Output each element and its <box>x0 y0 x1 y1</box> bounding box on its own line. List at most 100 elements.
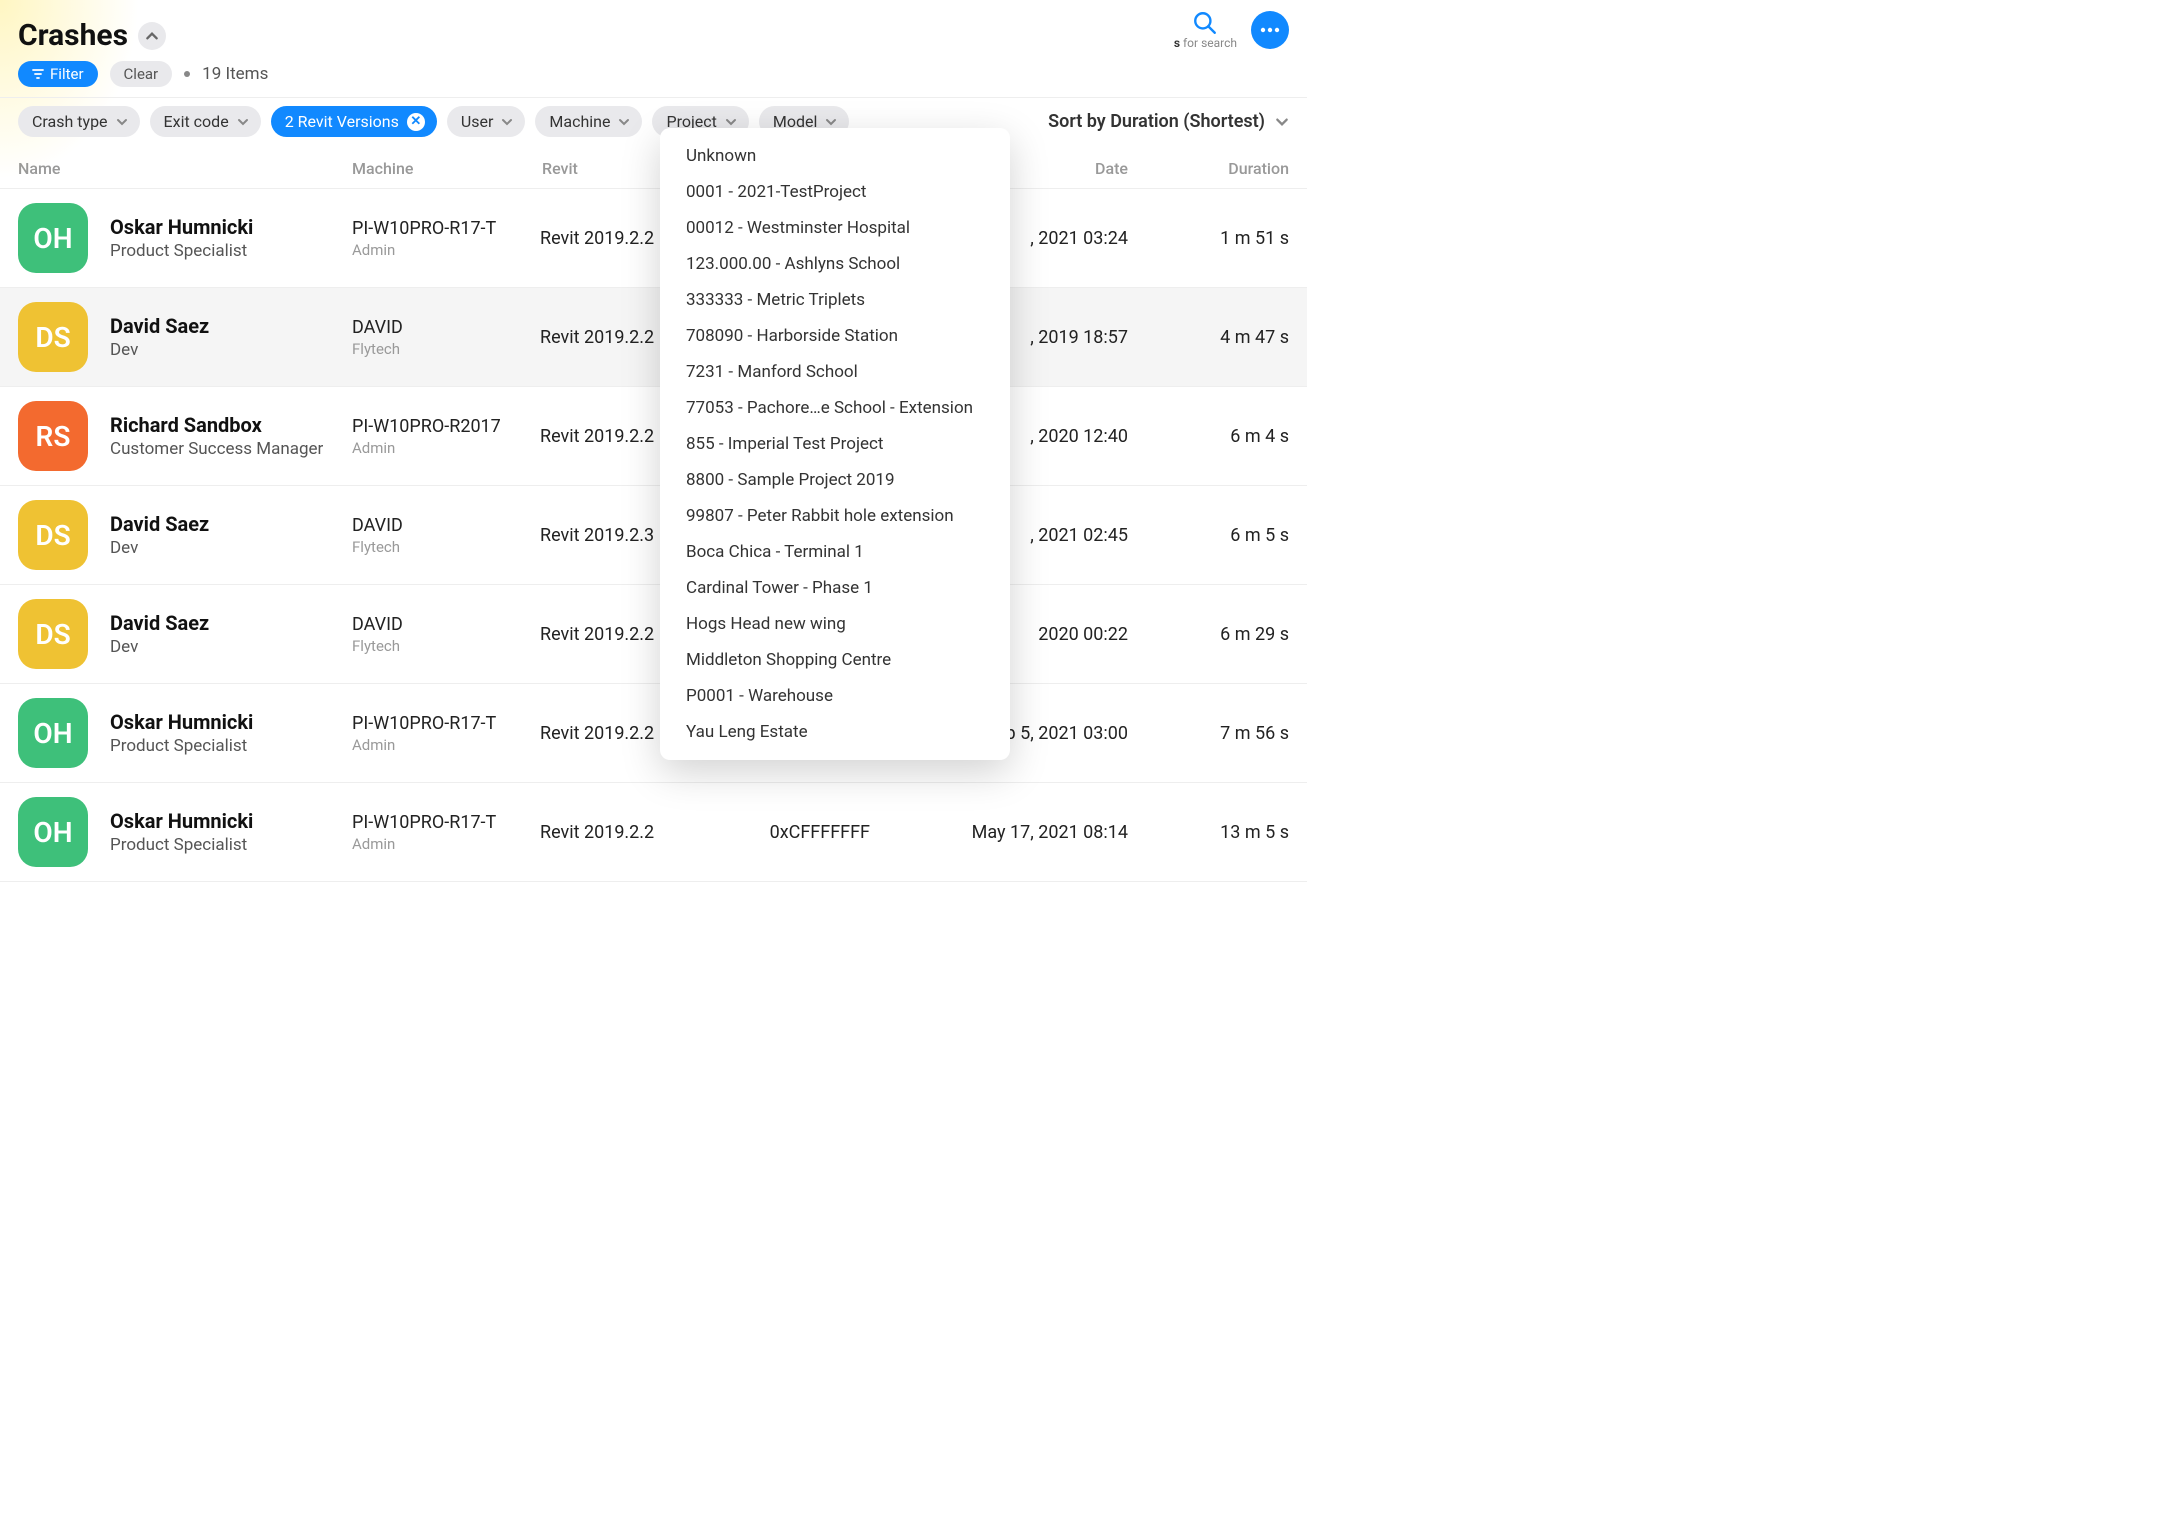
dropdown-item[interactable]: Hogs Head new wing <box>660 606 1010 642</box>
machine-name: PI-W10PRO-R2017 <box>352 416 540 437</box>
duration-cell: 6 m 29 s <box>1146 624 1289 645</box>
dropdown-item[interactable]: Cardinal Tower - Phase 1 <box>660 570 1010 606</box>
table-row[interactable]: DSDavid SaezDevDAVIDFlytechRevit 2019.2.… <box>0 288 1307 387</box>
chevron-down-icon <box>618 116 630 128</box>
dropdown-item[interactable]: Yau Leng Estate <box>660 714 1010 750</box>
user-name: David Saez <box>110 512 352 536</box>
user-cell: Richard SandboxCustomer Success Manager <box>110 413 352 459</box>
duration-cell: 6 m 5 s <box>1146 525 1289 546</box>
avatar: DS <box>18 500 88 570</box>
user-name: Oskar Humnicki <box>110 215 352 239</box>
avatar: DS <box>18 599 88 669</box>
machine-cell: DAVIDFlytech <box>352 317 540 358</box>
dropdown-item[interactable]: 00012 - Westminster Hospital <box>660 210 1010 246</box>
table-row[interactable]: DSDavid SaezDevDAVIDFlytechRevit 2019.2.… <box>0 585 1307 684</box>
machine-name: DAVID <box>352 515 540 536</box>
filter-chip-crash-type[interactable]: Crash type <box>18 106 140 137</box>
user-cell: David SaezDev <box>110 611 352 657</box>
machine-name: DAVID <box>352 317 540 338</box>
machine-cell: DAVIDFlytech <box>352 515 540 556</box>
table-row[interactable]: OHOskar HumnickiProduct SpecialistPI-W10… <box>0 684 1307 783</box>
user-name: Oskar Humnicki <box>110 809 352 833</box>
duration-cell: 1 m 51 s <box>1146 228 1289 249</box>
col-duration: Duration <box>1146 159 1289 178</box>
machine-sub: Admin <box>352 835 540 853</box>
dot-separator <box>184 71 190 77</box>
filter-chip-user[interactable]: User <box>447 106 526 137</box>
user-role: Product Specialist <box>110 736 352 756</box>
dropdown-item[interactable]: 708090 - Harborside Station <box>660 318 1010 354</box>
col-name: Name <box>18 159 352 178</box>
dropdown-item[interactable]: 7231 - Manford School <box>660 354 1010 390</box>
collapse-button[interactable] <box>138 22 166 50</box>
machine-sub: Admin <box>352 439 540 457</box>
machine-name: PI-W10PRO-R17-T <box>352 812 540 833</box>
dropdown-item[interactable]: 77053 - Pachore…e School - Extension <box>660 390 1010 426</box>
more-icon <box>1260 27 1280 33</box>
exit-cell: 0xCFFFFFFF <box>726 822 888 843</box>
user-cell: David SaezDev <box>110 512 352 558</box>
avatar: RS <box>18 401 88 471</box>
search-button[interactable]: s for search <box>1174 10 1237 50</box>
user-role: Dev <box>110 340 352 360</box>
user-name: David Saez <box>110 611 352 635</box>
machine-name: PI-W10PRO-R17-T <box>352 713 540 734</box>
more-button[interactable] <box>1251 11 1289 49</box>
dropdown-item[interactable]: P0001 - Warehouse <box>660 678 1010 714</box>
sort-label: Sort by Duration (Shortest) <box>1048 111 1265 132</box>
chip-label: 2 Revit Versions <box>285 112 399 131</box>
dropdown-item[interactable]: Unknown <box>660 138 1010 174</box>
clear-button[interactable]: Clear <box>110 61 173 87</box>
chevron-up-icon <box>145 29 159 43</box>
machine-cell: DAVIDFlytech <box>352 614 540 655</box>
user-cell: Oskar HumnickiProduct Specialist <box>110 809 352 855</box>
dropdown-item[interactable]: Middleton Shopping Centre <box>660 642 1010 678</box>
table-row[interactable]: OHOskar HumnickiProduct SpecialistPI-W10… <box>0 189 1307 288</box>
dropdown-item[interactable]: 8800 - Sample Project 2019 <box>660 462 1010 498</box>
dropdown-item[interactable]: 333333 - Metric Triplets <box>660 282 1010 318</box>
duration-cell: 6 m 4 s <box>1146 426 1289 447</box>
sort-button[interactable]: Sort by Duration (Shortest) <box>1048 111 1289 132</box>
filter-label: Filter <box>50 65 84 83</box>
project-dropdown: Unknown0001 - 2021-TestProject00012 - We… <box>660 128 1010 760</box>
filter-icon <box>32 68 44 80</box>
filter-chip-exit-code[interactable]: Exit code <box>150 106 261 137</box>
user-name: David Saez <box>110 314 352 338</box>
table-row[interactable]: RS Richard SandboxCustomer Success Manage… <box>0 387 1307 486</box>
table-body: OHOskar HumnickiProduct SpecialistPI-W10… <box>0 189 1307 882</box>
user-role: Dev <box>110 538 352 558</box>
avatar: OH <box>18 203 88 273</box>
dropdown-item[interactable]: 0001 - 2021-TestProject <box>660 174 1010 210</box>
user-role: Product Specialist <box>110 835 352 855</box>
machine-cell: PI-W10PRO-R2017 Admin <box>352 416 540 457</box>
dropdown-item[interactable]: 855 - Imperial Test Project <box>660 426 1010 462</box>
duration-cell: 7 m 56 s <box>1146 723 1289 744</box>
machine-sub: Admin <box>352 241 540 259</box>
dropdown-item[interactable]: Boca Chica - Terminal 1 <box>660 534 1010 570</box>
filter-chip-row: Crash type Exit code 2 Revit Versions ✕ User… <box>0 97 1307 145</box>
chevron-down-icon <box>237 116 249 128</box>
page-title: Crashes <box>18 18 128 53</box>
table-row[interactable]: DSDavid SaezDevDAVIDFlytechRevit 2019.2.… <box>0 486 1307 585</box>
user-role: Customer Success Manager <box>110 439 352 459</box>
filter-button[interactable]: Filter <box>18 61 98 87</box>
table-row[interactable]: OHOskar HumnickiProduct SpecialistPI-W10… <box>0 783 1307 882</box>
dropdown-item[interactable]: 123.000.00 - Ashlyns School <box>660 246 1010 282</box>
user-role: Product Specialist <box>110 241 352 261</box>
chip-label: Crash type <box>32 112 108 131</box>
avatar: OH <box>18 698 88 768</box>
machine-cell: PI-W10PRO-R17-TAdmin <box>352 713 540 754</box>
column-headers: Name Machine Revit Date Duration <box>0 145 1307 189</box>
chevron-down-icon <box>825 116 837 128</box>
machine-name: DAVID <box>352 614 540 635</box>
user-cell: David SaezDev <box>110 314 352 360</box>
close-icon[interactable]: ✕ <box>407 113 425 131</box>
date-cell: May 17, 2021 08:14 <box>888 822 1146 843</box>
chevron-down-icon <box>1275 115 1289 129</box>
search-icon <box>1192 10 1218 36</box>
filter-chip-machine[interactable]: Machine <box>535 106 642 137</box>
user-role: Dev <box>110 637 352 657</box>
filter-chip-2-revit-versions[interactable]: 2 Revit Versions ✕ <box>271 106 437 137</box>
dropdown-item[interactable]: 99807 - Peter Rabbit hole extension <box>660 498 1010 534</box>
chevron-down-icon <box>116 116 128 128</box>
